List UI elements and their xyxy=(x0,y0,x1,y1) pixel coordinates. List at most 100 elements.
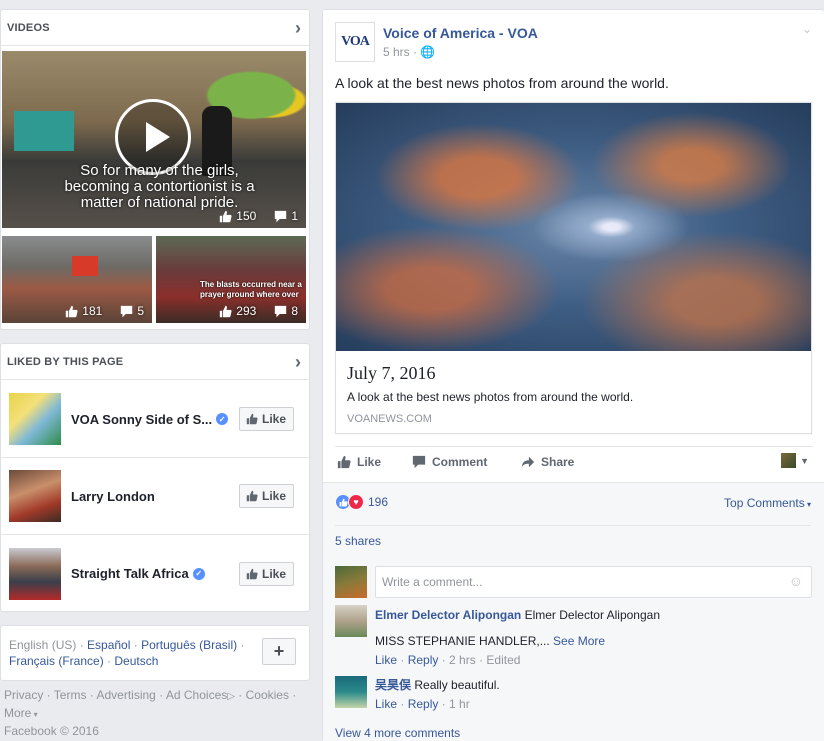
avatar xyxy=(781,453,797,468)
top-comments-dropdown[interactable]: Top Comments ▾ xyxy=(724,496,811,510)
comment-item: Elmer Delector Alipongan Elmer Delector … xyxy=(375,607,815,623)
link-title: July 7, 2016 xyxy=(347,363,436,383)
comment-time[interactable]: 1 hr xyxy=(449,697,470,711)
thumbs-up-icon xyxy=(246,490,258,502)
post-actions: Like Comment Share ▼ xyxy=(335,446,813,478)
comment-placeholder: Write a comment... xyxy=(382,575,483,589)
chevron-right-icon[interactable]: › xyxy=(295,353,301,371)
caret-down-icon: ▾ xyxy=(31,710,38,719)
post-meta: 5 hrs · 🌐 xyxy=(383,45,436,59)
feedback-area: ♥ 196 Top Comments ▾ 5 shares Write a co… xyxy=(323,482,824,741)
like-button-label: Like xyxy=(261,489,286,503)
comment-action-button[interactable]: Comment xyxy=(412,455,487,469)
video-scene xyxy=(14,111,74,151)
footer-privacy[interactable]: Privacy xyxy=(4,688,43,702)
footer-cookies[interactable]: Cookies xyxy=(246,688,289,702)
avatar[interactable] xyxy=(9,470,61,522)
comment-avatar[interactable] xyxy=(335,605,367,637)
comment-text: Really beautiful. xyxy=(414,678,500,692)
small-video-1[interactable]: 181 5 xyxy=(2,236,152,323)
comment-icon xyxy=(275,210,287,222)
videos-title: VIDEOS xyxy=(7,21,50,34)
see-more-link[interactable]: See More xyxy=(553,634,605,648)
footer-more[interactable]: More xyxy=(4,706,31,720)
like-count: 150 xyxy=(236,209,257,223)
comment-like-link[interactable]: Like xyxy=(375,697,397,711)
footer-advertising[interactable]: Advertising xyxy=(96,688,155,702)
lang-english[interactable]: English (US) xyxy=(9,638,76,652)
comment-like-link[interactable]: Like xyxy=(375,653,397,667)
voa-logo-text: VOA xyxy=(341,34,370,49)
comment-author[interactable]: 吴昊俣 xyxy=(375,678,411,692)
top-comments-label: Top Comments xyxy=(724,496,805,510)
comment-avatar[interactable] xyxy=(335,676,367,708)
link-description: A look at the best news photos from arou… xyxy=(347,390,634,404)
reactions-summary[interactable]: ♥ 196 xyxy=(335,494,388,510)
main-video[interactable]: So for many of the girls, becoming a con… xyxy=(2,51,306,228)
comment-actions: Like · Reply · 2 hrs · Edited xyxy=(375,653,521,667)
avatar[interactable] xyxy=(9,393,61,445)
comment-input[interactable]: Write a comment... ☺ xyxy=(375,566,812,598)
comment-item: 吴昊俣 Really beautiful. xyxy=(375,677,815,693)
lang-german[interactable]: Deutsch xyxy=(114,654,158,668)
share-action-button[interactable]: Share xyxy=(521,455,574,469)
comment-reply-link[interactable]: Reply xyxy=(408,653,439,667)
add-language-button[interactable]: + xyxy=(262,638,296,665)
view-more-comments-link[interactable]: View 4 more comments xyxy=(335,726,460,740)
like-button[interactable]: Like xyxy=(238,561,294,586)
like-button[interactable]: Like xyxy=(238,484,294,508)
post-as-selector[interactable]: ▼ xyxy=(781,453,809,468)
verified-badge-icon: ✓ xyxy=(192,567,205,580)
like-button[interactable]: Like xyxy=(238,407,294,431)
footer-terms[interactable]: Terms xyxy=(54,688,87,702)
comment-author[interactable]: Elmer Delector Alipongan xyxy=(375,608,521,622)
lang-portuguese[interactable]: Português (Brasil) xyxy=(141,638,237,652)
comment-count: 5 xyxy=(137,304,144,318)
ad-choices-icon: ▷ xyxy=(227,691,235,702)
liked-page-name[interactable]: VOA Sonny Side of S... xyxy=(71,412,212,427)
caret-down-icon: ▾ xyxy=(804,500,811,509)
thumbs-up-icon xyxy=(246,413,258,425)
videos-header[interactable]: VIDEOS › xyxy=(1,10,309,46)
lang-french[interactable]: Français (France) xyxy=(9,654,104,668)
comment-action-label: Comment xyxy=(432,455,488,469)
comment-icon xyxy=(121,305,133,317)
liked-header[interactable]: LIKED BY THIS PAGE › xyxy=(1,344,309,380)
verified-badge-icon: ✓ xyxy=(216,413,229,425)
share-action-label: Share xyxy=(541,455,575,469)
post-time[interactable]: 5 hrs xyxy=(383,45,410,59)
video-caption: The blasts occurred near a prayer ground… xyxy=(200,280,302,299)
video-scene-crowd xyxy=(72,256,98,276)
chevron-right-icon[interactable]: › xyxy=(295,19,301,37)
link-image xyxy=(336,103,811,351)
post-page-name[interactable]: Voice of America - VOA xyxy=(383,25,538,41)
post-options-chevron-icon[interactable]: ⌄ xyxy=(802,22,812,36)
reactions-count: 196 xyxy=(368,495,389,509)
comment-time[interactable]: 2 hrs xyxy=(449,653,476,667)
emoji-icon[interactable]: ☺ xyxy=(789,573,803,589)
video-caption: So for many of the girls, becoming a con… xyxy=(64,162,255,211)
videos-card: VIDEOS › So for many of the girls, becom… xyxy=(0,9,310,330)
caret-down-icon: ▼ xyxy=(800,455,809,466)
liked-item: VOA Sonny Side of S... ✓ Like xyxy=(1,381,309,458)
avatar[interactable] xyxy=(9,547,61,600)
thumbs-up-icon xyxy=(66,305,78,317)
like-action-button[interactable]: Like xyxy=(337,455,381,469)
comment-icon xyxy=(275,305,287,317)
liked-item: Straight Talk Africa ✓ Like xyxy=(1,535,309,612)
lang-spanish[interactable]: Español xyxy=(87,638,130,652)
link-preview[interactable]: July 7, 2016 A look at the best news pho… xyxy=(335,102,812,434)
like-action-label: Like xyxy=(357,455,382,469)
shares-count[interactable]: 5 shares xyxy=(335,525,811,548)
liked-item: Larry London Like xyxy=(1,458,309,535)
liked-page-name[interactable]: Straight Talk Africa xyxy=(71,566,189,581)
share-icon xyxy=(521,456,535,468)
post-logo[interactable]: VOA xyxy=(335,22,375,62)
small-video-2[interactable]: The blasts occurred near a prayer ground… xyxy=(156,236,306,323)
footer-ad-choices[interactable]: Ad Choices xyxy=(166,688,227,702)
comment-edited: Edited xyxy=(486,653,521,667)
liked-page-name[interactable]: Larry London xyxy=(71,489,155,504)
like-button-label: Like xyxy=(261,412,286,426)
thumbs-up-icon xyxy=(220,305,232,317)
comment-reply-link[interactable]: Reply xyxy=(408,697,439,711)
